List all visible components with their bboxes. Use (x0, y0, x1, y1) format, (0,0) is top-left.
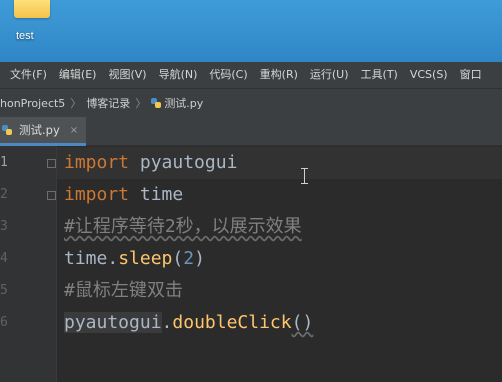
menu-edit[interactable]: 编辑(E) (53, 62, 103, 88)
keyword-import: import (64, 152, 130, 173)
menu-file[interactable]: 文件(F) (0, 62, 53, 88)
close-icon[interactable]: × (70, 125, 78, 136)
python-file-icon (2, 125, 12, 135)
desktop-icon-label: test (16, 30, 34, 42)
menu-run[interactable]: 运行(U) (304, 62, 355, 88)
close-paren: ) (194, 248, 205, 269)
module-name: pyautogui (129, 152, 238, 173)
breadcrumb-chevron-icon: 〉 (70, 97, 82, 110)
tab-test-py[interactable]: 测试.py × (0, 117, 87, 146)
comment-text: #鼠标左键双击 (64, 280, 183, 301)
menu-refactor[interactable]: 重构(R) (254, 62, 304, 88)
keyword-import: import (64, 184, 130, 205)
line-number: 1 (0, 155, 8, 170)
object-name: time (64, 248, 108, 269)
number-literal: 2 (183, 248, 195, 269)
function-name: doubleClick (172, 312, 292, 333)
desktop-background: test (0, 0, 502, 62)
breadcrumb-folder[interactable]: 博客记录 (86, 95, 130, 111)
code-line-1[interactable]: import pyautogui (64, 147, 237, 179)
menu-bar: 文件(F) 编辑(E) 视图(V) 导航(N) 代码(C) 重构(R) 运行(U… (0, 62, 502, 88)
breadcrumb-project[interactable]: honProject5 (0, 97, 65, 110)
comment-text: #让程序等待2秒，以展示效果 (64, 216, 302, 237)
tab-label: 测试.py (19, 123, 60, 137)
line-number: 6 (0, 315, 8, 330)
code-line-5[interactable]: #鼠标左键双击 (64, 275, 183, 307)
code-line-3[interactable]: #让程序等待2秒，以展示效果 (64, 211, 302, 243)
module-name: time (129, 184, 184, 205)
breadcrumb-chevron-icon: 〉 (135, 97, 147, 110)
line-number: 2 (0, 187, 8, 202)
menu-view[interactable]: 视图(V) (102, 62, 152, 88)
line-number: 4 (0, 251, 8, 266)
editor-tab-bar: 测试.py × (0, 117, 502, 146)
breadcrumb-file[interactable]: 测试.py (151, 95, 203, 111)
menu-vcs[interactable]: VCS(S) (404, 62, 454, 88)
text-cursor-icon (301, 168, 309, 184)
object-name: pyautogui (64, 312, 162, 333)
python-file-icon (151, 98, 162, 108)
fold-marker-icon[interactable] (47, 191, 56, 200)
code-line-4[interactable]: time.sleep(2) (64, 243, 205, 275)
dot-operator: . (107, 248, 119, 269)
dot-operator: . (161, 312, 173, 333)
menu-tools[interactable]: 工具(T) (355, 62, 404, 88)
breadcrumb-file-label: 测试.py (164, 97, 204, 110)
breadcrumb: honProject5 〉 博客记录 〉 测试.py (0, 88, 502, 118)
folder-icon (14, 0, 50, 18)
menu-navigate[interactable]: 导航(N) (153, 62, 204, 88)
code-line-6[interactable]: pyautogui.doubleClick() (64, 307, 313, 339)
code-editor[interactable]: 1 2 3 4 5 6 import pyautogui import time… (0, 146, 502, 382)
call-parens: () (291, 312, 314, 333)
menu-code[interactable]: 代码(C) (203, 62, 253, 88)
open-paren: ( (172, 248, 184, 269)
code-line-2[interactable]: import time (64, 179, 183, 211)
fold-marker-icon[interactable] (47, 159, 56, 168)
menu-window[interactable]: 窗口 (454, 62, 488, 88)
line-number-gutter: 1 2 3 4 5 6 (0, 146, 57, 382)
line-number: 3 (0, 219, 8, 234)
line-number: 5 (0, 283, 8, 298)
function-name: sleep (118, 248, 173, 269)
